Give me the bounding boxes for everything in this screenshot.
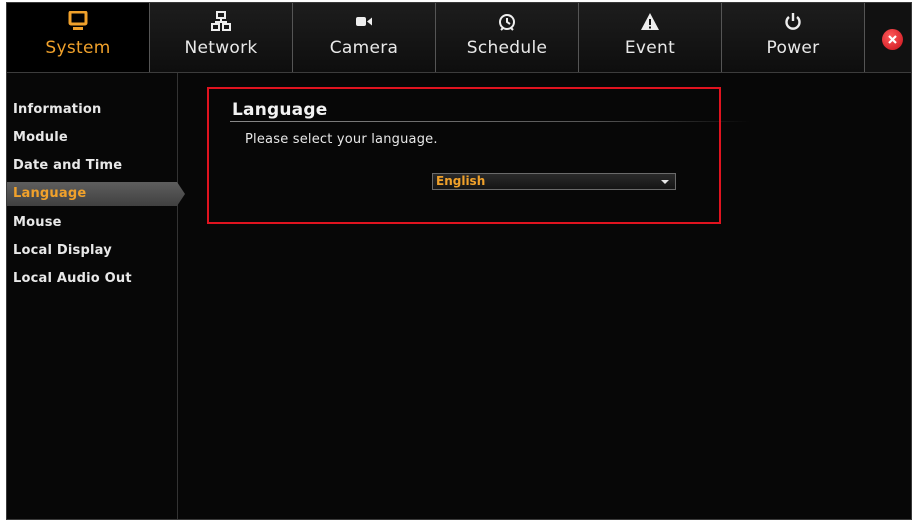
main-content: Language Please select your language. En… — [178, 73, 911, 519]
camera-icon — [293, 11, 435, 37]
tab-network[interactable]: Network — [150, 3, 293, 72]
tab-network-label: Network — [184, 38, 258, 58]
tab-event[interactable]: Event — [579, 3, 722, 72]
sidebar-item-local-audio-out[interactable]: Local Audio Out — [7, 267, 177, 291]
app-window: System Network Camera Schedule Event Pow… — [6, 2, 912, 520]
network-icon — [150, 11, 292, 37]
power-icon — [722, 11, 864, 37]
sidebar-item-label: Local Audio Out — [13, 271, 132, 286]
tab-schedule[interactable]: Schedule — [436, 3, 579, 72]
tab-event-label: Event — [624, 38, 676, 58]
alarm-clock-icon — [436, 11, 578, 37]
sidebar-item-module[interactable]: Module — [7, 126, 177, 150]
monitor-icon — [7, 10, 149, 37]
sidebar-item-label: Language — [13, 186, 87, 201]
tab-schedule-label: Schedule — [466, 38, 548, 58]
sidebar-item-date-and-time[interactable]: Date and Time — [7, 154, 177, 178]
sidebar-item-local-display[interactable]: Local Display — [7, 239, 177, 263]
sidebar-item-label: Information — [13, 102, 102, 117]
sidebar-item-information[interactable]: Information — [7, 98, 177, 122]
tab-power-label: Power — [766, 38, 820, 58]
sidebar-item-label: Date and Time — [13, 158, 123, 173]
close-icon[interactable] — [882, 29, 903, 50]
sidebar-item-label: Module — [13, 130, 68, 145]
annotation-highlight-box — [207, 87, 721, 224]
top-navigation: System Network Camera Schedule Event Pow… — [7, 3, 911, 73]
sidebar-item-mouse[interactable]: Mouse — [7, 211, 177, 235]
sidebar: Information Module Date and Time Languag… — [7, 73, 185, 519]
tab-camera[interactable]: Camera — [293, 3, 436, 72]
tab-power[interactable]: Power — [722, 3, 865, 72]
sidebar-item-label: Local Display — [13, 243, 112, 258]
warning-icon — [579, 11, 721, 37]
tab-system[interactable]: System — [7, 3, 150, 72]
sidebar-item-label: Mouse — [13, 215, 62, 230]
sidebar-item-language[interactable]: Language — [7, 182, 185, 206]
tab-camera-label: Camera — [329, 38, 399, 58]
tab-system-label: System — [45, 38, 111, 58]
